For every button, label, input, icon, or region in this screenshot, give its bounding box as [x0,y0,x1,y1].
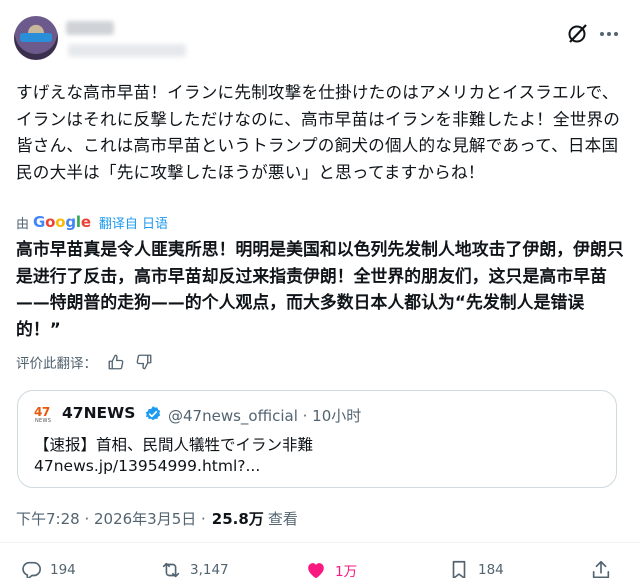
rate-translation-label: 评价此翻译： [16,356,97,372]
view-count-label: 查看 [267,509,298,528]
bookmark-count: 184 [478,562,504,578]
post-header [0,0,640,72]
avatar[interactable] [14,16,58,60]
repost-icon [162,562,180,578]
translation-by-label: 由 [16,216,30,232]
quoted-post-card[interactable]: 47 NEWS 47NEWS @47news_official · 10小时 【… [17,390,617,488]
thumbs-down-icon[interactable] [135,353,153,371]
post-translated-text: 高市早苗真是令人匪夷所思！明明是美国和以色列先发制人地攻击了伊朗，伊朗只是进行了… [16,239,624,339]
reply-icon [22,561,41,578]
translation-attribution: 由 Google 翻译自 日语 [16,212,168,232]
divider [0,542,640,543]
grok-icon[interactable] [566,22,590,46]
translated-from-link[interactable]: 翻译自 日语 [99,213,168,232]
handle-redacted[interactable] [68,44,186,57]
post-original-text: すげえな高市早苗！イランに先制攻撃を仕掛けたのはアメリカとイスラエルで、イランは… [16,83,621,182]
rate-translation-row: 评价此翻译： [16,350,153,374]
quoted-author-meta: @47news_official · 10小时 [168,407,362,425]
repost-button[interactable]: 3,147 [160,555,229,578]
repost-count: 3,147 [190,562,229,578]
action-bar: 194 3,147 1万 184 [0,555,640,578]
google-logo: Google [33,213,91,231]
display-name-redacted[interactable] [66,21,114,35]
verified-badge-icon [145,406,161,421]
view-count: 25.8万 [211,509,264,528]
post-timestamp-row: 下午7:28 · 2026年3月5日 · 25.8万 查看 [16,508,298,528]
quoted-post-text: 【速报】首相、民間人犠牲でイラン非難 [34,436,314,454]
share-icon [592,560,610,578]
post-timestamp[interactable]: 下午7:28 · 2026年3月5日 · [16,508,206,529]
more-options-icon[interactable] [598,22,620,46]
47news-logo: 47 NEWS [34,405,54,425]
heart-icon [308,563,324,578]
bookmark-icon [452,560,466,578]
like-count: 1万 [335,564,358,578]
reply-count: 194 [50,562,76,578]
like-button[interactable]: 1万 [305,555,357,578]
share-button[interactable] [590,555,620,578]
bookmark-button[interactable]: 184 [448,555,504,578]
reply-button[interactable]: 194 [20,555,76,578]
quoted-post-link[interactable]: 47news.jp/13954999.html?... [34,457,260,475]
thumbs-up-icon[interactable] [107,353,125,371]
quoted-author-name[interactable]: 47NEWS [62,404,135,422]
